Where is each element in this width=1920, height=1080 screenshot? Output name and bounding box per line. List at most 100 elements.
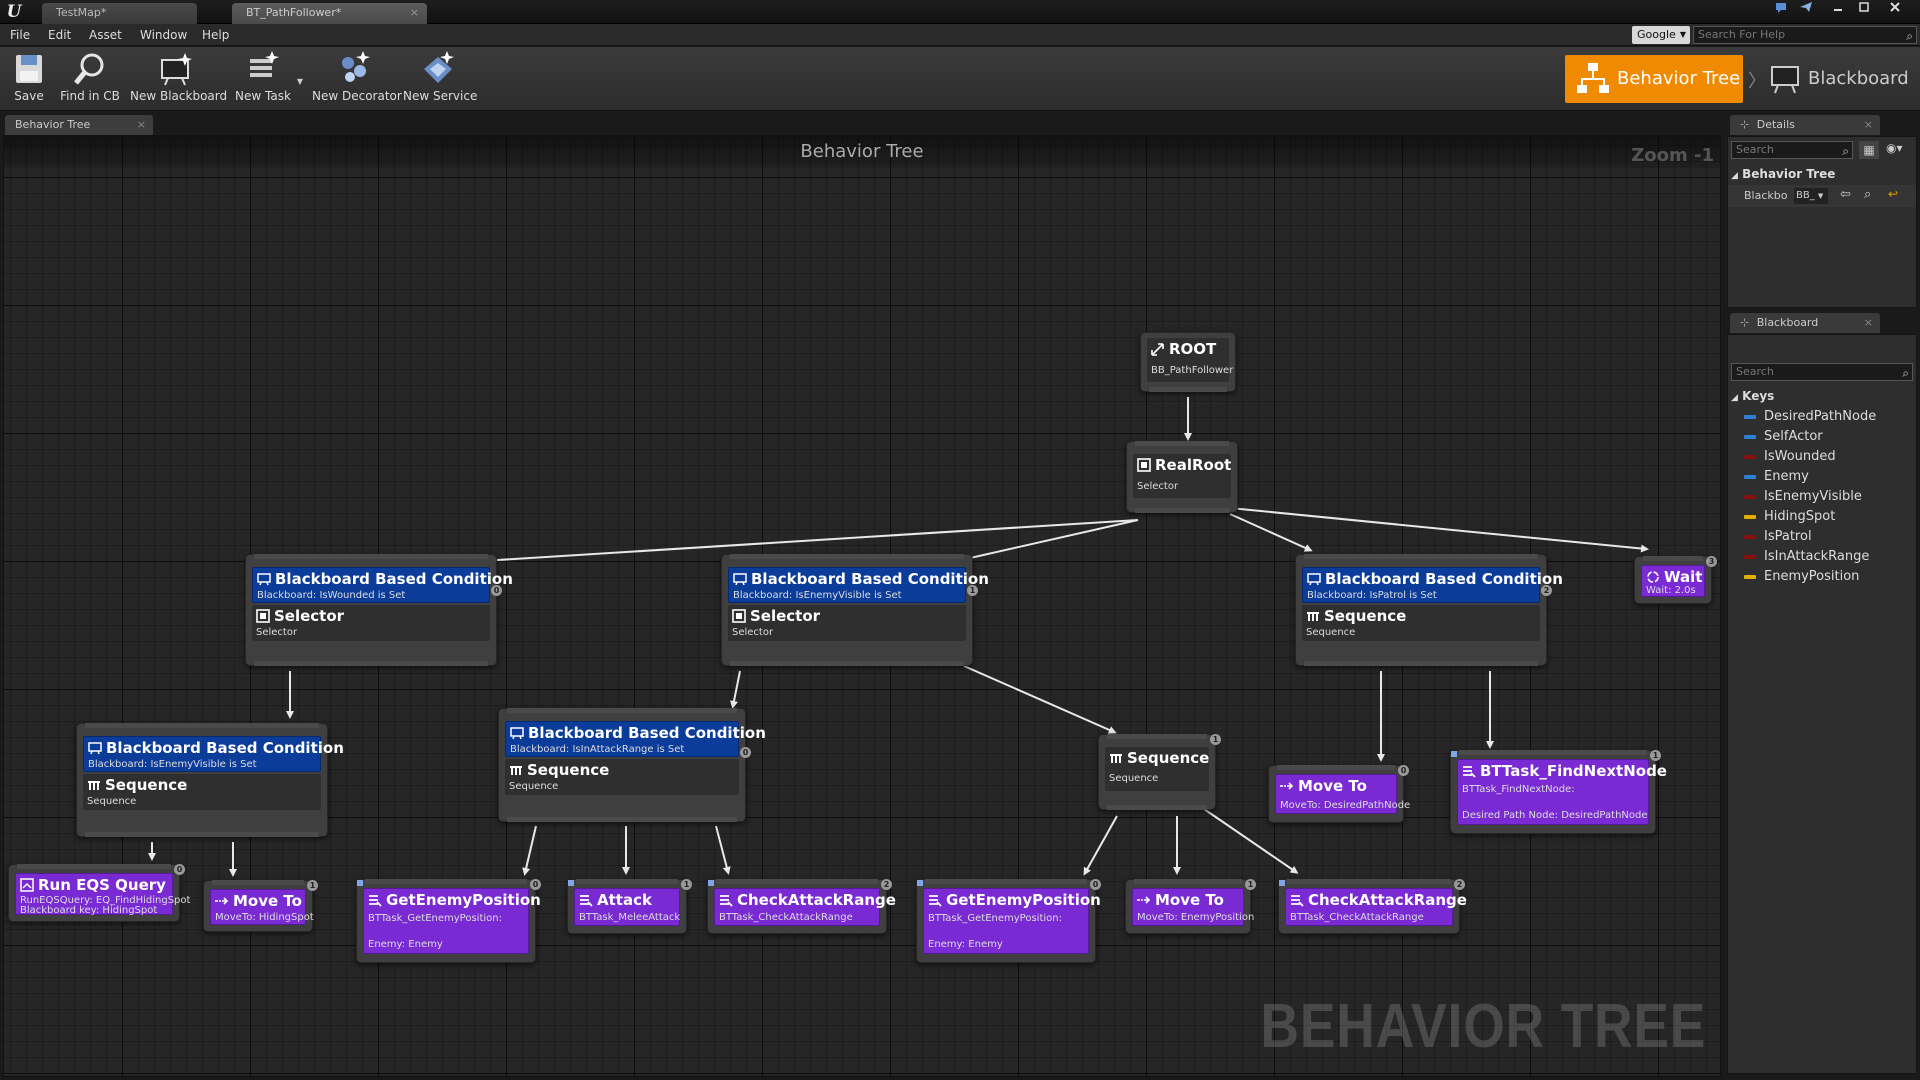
selector-icon	[1137, 458, 1151, 472]
menu-edit[interactable]: Edit	[48, 24, 71, 46]
node-bttask-findnextnode[interactable]: BTTask_FindNextNode BTTask_FindNextNode:…	[1450, 750, 1667, 834]
key-label: Enemy	[1764, 469, 1809, 484]
node-attack[interactable]: Attack BTTask_MeleeAttack 1	[567, 879, 692, 934]
blueprint-task-icon	[720, 895, 733, 907]
behavior-tree-mode-button[interactable]: Behavior Tree	[1565, 55, 1743, 103]
chevron-down-icon[interactable]: ▼	[297, 77, 303, 86]
new-blackboard-button[interactable]: New Blackboard	[130, 51, 227, 107]
close-icon[interactable]: ×	[1864, 313, 1873, 333]
getenemy-body: GetEnemyPosition BTTask_GetEnemyPosition…	[923, 888, 1101, 954]
node-root[interactable]: ROOT BB_PathFollower	[1140, 332, 1236, 392]
execution-index-badge: 1	[1650, 750, 1661, 761]
decorator-title: Blackboard Based Condition	[528, 724, 766, 742]
details-search-input[interactable]: Search ⌕	[1731, 141, 1853, 159]
tab-details[interactable]: ⊹ Details ×	[1730, 115, 1880, 135]
use-selected-arrow-icon[interactable]: ⇦	[1840, 187, 1851, 202]
node-bbc-isenemyvisible-sequence[interactable]: Blackboard Based Condition Blackboard: I…	[76, 723, 344, 837]
property-matrix-icon[interactable]: ▦	[1859, 141, 1879, 159]
reset-arrow-icon[interactable]: ↩	[1888, 187, 1898, 201]
decorator-title: Blackboard Based Condition	[275, 570, 513, 588]
key-label: IsInAttackRange	[1764, 549, 1870, 564]
close-icon[interactable]: ×	[1864, 115, 1873, 135]
tab-blackboard[interactable]: ⊹ Blackboard ×	[1730, 313, 1880, 333]
blackboard-decorator-icon	[510, 727, 524, 740]
node-checkattackrange-1[interactable]: CheckAttackRange BTTask_CheckAttackRange…	[707, 879, 896, 934]
new-decorator-button[interactable]: New Decorator	[312, 51, 402, 107]
menu-window[interactable]: Window	[140, 24, 187, 46]
find-in-cb-button[interactable]: Find in CB	[58, 51, 122, 107]
node-run-eqs-query[interactable]: Run EQS Query RunEQSQuery: EQ_FindHiding…	[8, 864, 190, 922]
menu-file[interactable]: File	[10, 24, 30, 46]
unreal-logo-icon: U	[6, 2, 22, 22]
findnext-sub2: Desired Path Node: DesiredPathNode	[1462, 810, 1648, 821]
new-service-button[interactable]: New Service	[403, 51, 477, 107]
node-getenemyposition-2[interactable]: GetEnemyPosition BTTask_GetEnemyPosition…	[916, 879, 1101, 963]
expand-arrow-icon: ◢	[1731, 171, 1738, 181]
blueprint-task-icon	[1291, 895, 1304, 907]
menu-asset[interactable]: Asset	[89, 24, 122, 46]
search-engine-label: Google	[1637, 28, 1676, 41]
close-tab-icon[interactable]: ×	[410, 3, 419, 23]
execution-index-badge: 1	[1210, 734, 1221, 745]
execution-index-badge: 1	[1245, 879, 1256, 890]
details-panel: Search ⌕ ▦ ◉▾ ◢ Behavior Tree Blackbo BB…	[1727, 136, 1917, 308]
details-category[interactable]: ◢ Behavior Tree	[1731, 165, 1835, 183]
notification-icon[interactable]	[1770, 0, 1792, 20]
node-bbc-isinattackrange-sequence[interactable]: Blackboard Based Condition Blackboard: I…	[498, 708, 766, 822]
browse-search-icon[interactable]: ⌕	[1864, 187, 1871, 202]
node-moveto-enemyposition[interactable]: Move To MoveTo: EnemyPosition 1	[1125, 879, 1256, 934]
execution-index-badge: 0	[1090, 879, 1101, 890]
getenemy-body: GetEnemyPosition BTTask_GetEnemyPosition…	[363, 888, 541, 954]
execution-index-badge: 2	[1454, 879, 1465, 890]
node-moveto-hidingspot[interactable]: Move To MoveTo: HidingSpot 1	[203, 880, 318, 932]
tab-bt-pathfollower[interactable]: BT_PathFollower* ×	[232, 3, 427, 24]
decorator-bbc-isenemyvisible-2[interactable]: Blackboard Based Condition Blackboard: I…	[83, 736, 344, 772]
tab-testmap[interactable]: TestMap*	[42, 3, 197, 24]
node-wait[interactable]: Wait Wait: 2.0s 3	[1634, 556, 1717, 604]
decorator-title: Blackboard Based Condition	[751, 570, 989, 588]
node-bbc-isenemyvisible-selector[interactable]: Blackboard Based Condition Blackboard: I…	[721, 554, 989, 666]
search-engine-dropdown[interactable]: Google ▼	[1632, 26, 1690, 44]
menu-help[interactable]: Help	[202, 24, 229, 46]
decorator-bbc-iswounded[interactable]: Blackboard Based Condition Blackboard: I…	[252, 567, 513, 603]
blackboard-asset-dropdown[interactable]: BB_ ▼	[1794, 188, 1828, 204]
execution-index-badge: 1	[681, 879, 692, 890]
node-sequence-mid[interactable]: Sequence Sequence 1	[1098, 734, 1221, 810]
node-realroot[interactable]: RealRoot Selector	[1126, 441, 1238, 513]
save-button[interactable]: Save	[8, 51, 50, 107]
maximize-icon[interactable]	[1853, 0, 1875, 20]
blackboard-mode-button[interactable]: Blackboard	[1762, 55, 1920, 103]
composite-sub: Sequence	[87, 796, 137, 807]
composite-selector: Selector Selector	[728, 605, 966, 641]
node-getenemyposition-1[interactable]: GetEnemyPosition BTTask_GetEnemyPosition…	[356, 879, 541, 963]
execution-index-badge: 1	[307, 880, 318, 891]
chevron-down-icon: ▼	[1817, 192, 1824, 200]
blueprint-task-flag	[708, 880, 714, 886]
help-search-input[interactable]: Search For Help ⌕	[1693, 26, 1917, 44]
source-control-icon[interactable]	[1795, 0, 1817, 20]
node-bbc-ispatrol-sequence[interactable]: Blackboard Based Condition Blackboard: I…	[1295, 554, 1563, 666]
behavior-tree-graph-canvas[interactable]: Behavior Tree Zoom -1 BEHAVIOR TREE ROOT…	[3, 135, 1721, 1077]
execution-index-badge: 1	[967, 585, 978, 596]
move-to-icon	[1280, 782, 1294, 790]
minimize-icon[interactable]	[1827, 0, 1849, 20]
node-bbc-iswounded-selector[interactable]: Blackboard Based Condition Blackboard: I…	[245, 554, 513, 666]
close-window-icon[interactable]	[1884, 0, 1906, 20]
node-checkattackrange-2[interactable]: CheckAttackRange BTTask_CheckAttackRange…	[1278, 879, 1467, 934]
close-icon[interactable]: ×	[137, 115, 146, 135]
execution-index-badge: 0	[1398, 765, 1409, 776]
decorator-bbc-isenemyvisible[interactable]: Blackboard Based Condition Blackboard: I…	[728, 567, 989, 603]
blackboard-search-input[interactable]: Search ⌕	[1731, 363, 1913, 381]
keys-category[interactable]: ◢ Keys	[1731, 387, 1774, 405]
checkrange-sub: BTTask_CheckAttackRange	[719, 912, 853, 923]
decorator-bbc-ispatrol[interactable]: Blackboard Based Condition Blackboard: I…	[1302, 567, 1563, 603]
key-label: IsEnemyVisible	[1764, 489, 1862, 504]
eqs-sub2: Blackboard key: HidingSpot	[20, 905, 158, 916]
search-icon: ⌕	[1906, 29, 1913, 43]
new-task-button[interactable]: New Task ▼	[235, 51, 303, 107]
node-moveto-desiredpathnode[interactable]: Move To MoveTo: DesiredPathNode 0	[1268, 765, 1410, 823]
decorator-bbc-isinattackrange[interactable]: Blackboard Based Condition Blackboard: I…	[505, 721, 766, 757]
eye-icon[interactable]: ◉▾	[1886, 141, 1903, 155]
getenemy-title: GetEnemyPosition	[946, 891, 1101, 909]
tab-behavior-tree-graph[interactable]: Behavior Tree ×	[5, 115, 153, 135]
